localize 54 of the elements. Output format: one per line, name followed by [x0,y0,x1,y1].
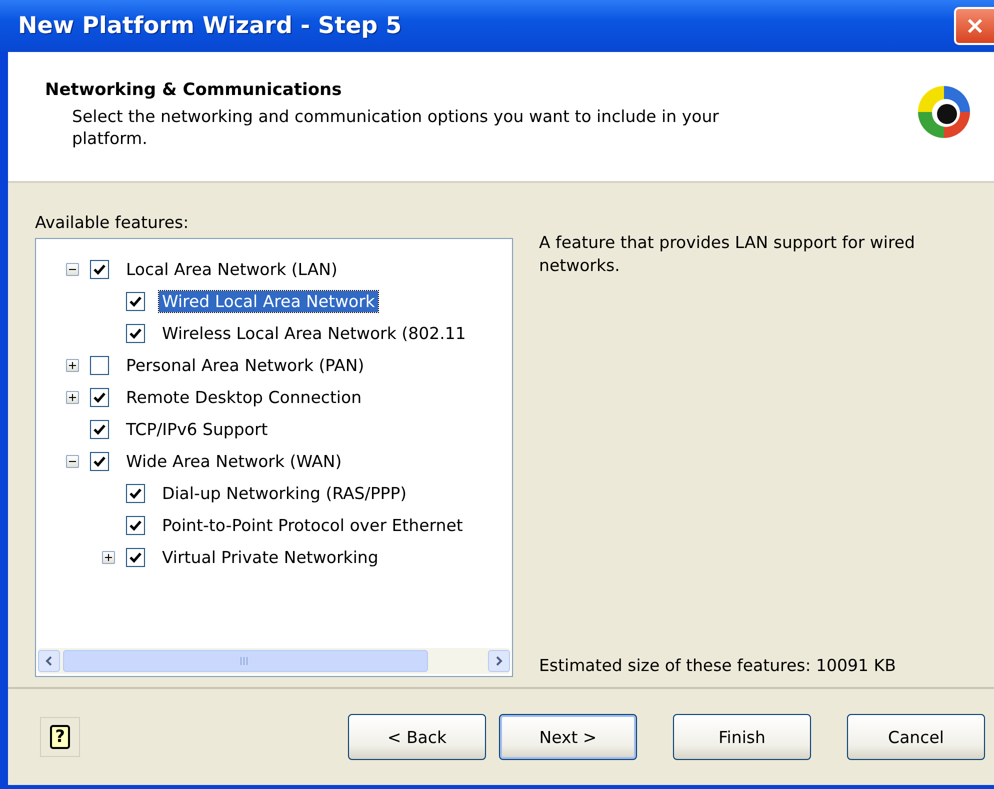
plus-icon [104,552,112,562]
scrollbar-thumb[interactable] [63,650,428,672]
page-description: Select the networking and communication options you want to include in your platform. [72,106,720,150]
checkbox[interactable] [90,356,109,374]
checkbox[interactable] [126,548,145,566]
tree-item-label[interactable]: Virtual Private Networking [159,546,382,568]
checkmark-icon [93,456,106,466]
plus-icon [68,360,76,370]
checkmark-icon [129,296,142,306]
tree-item-label[interactable]: Dial-up Networking (RAS/PPP) [159,482,410,504]
close-button[interactable] [954,7,994,45]
checkmark-icon [129,328,142,338]
estimated-size: Estimated size of these features: 10091 KB [539,655,897,677]
tree-item-label[interactable]: TCP/IPv6 Support [123,418,271,440]
feature-description: A feature that provides LAN support for wired networks. [539,232,916,277]
checkmark-icon [129,520,142,530]
close-icon [966,17,984,35]
checkbox[interactable] [90,388,109,406]
tree-item-label[interactable]: Wide Area Network (WAN) [123,450,345,472]
back-button[interactable]: < Back [348,714,486,760]
checkbox[interactable] [90,420,109,438]
checkbox[interactable] [126,292,145,310]
checkmark-icon [93,264,106,274]
window-title: New Platform Wizard - Step 5 [18,13,402,39]
plus-icon [68,392,76,402]
tree-item-label[interactable]: Point-to-Point Protocol over Ethernet [159,514,466,536]
expand-toggle[interactable] [66,454,78,468]
expand-toggle[interactable] [66,390,78,404]
tree-item-label[interactable]: Wired Local Area Network [159,290,378,312]
scroll-right-button[interactable] [488,650,510,672]
page-title: Networking & Communications [45,80,343,100]
checkbox[interactable] [126,516,145,534]
grip-icon [240,657,250,665]
finish-button[interactable]: Finish [673,714,811,760]
checkbox[interactable] [90,452,109,470]
tree-item-label[interactable]: Remote Desktop Connection [123,386,365,408]
expand-toggle[interactable] [66,262,78,276]
checkmark-icon [129,552,142,562]
cancel-button[interactable]: Cancel [847,714,985,760]
expand-toggle[interactable] [66,358,78,372]
scroll-left-button[interactable] [38,650,60,672]
tree-item-label[interactable]: Wireless Local Area Network (802.11 [159,322,469,344]
help-button[interactable]: ? [40,717,80,757]
checkbox[interactable] [90,260,109,278]
available-features-label: Available features: [35,213,190,232]
tree-item-label[interactable]: Local Area Network (LAN) [123,258,340,280]
next-button[interactable]: Next > [499,714,637,760]
checkmark-icon [129,488,142,498]
checkbox[interactable] [126,324,145,342]
checkmark-icon [93,392,106,402]
checkbox[interactable] [126,484,145,502]
tree-item-label[interactable]: Personal Area Network (PAN) [123,354,368,376]
checkmark-icon [93,424,106,434]
expand-toggle[interactable] [102,550,114,564]
